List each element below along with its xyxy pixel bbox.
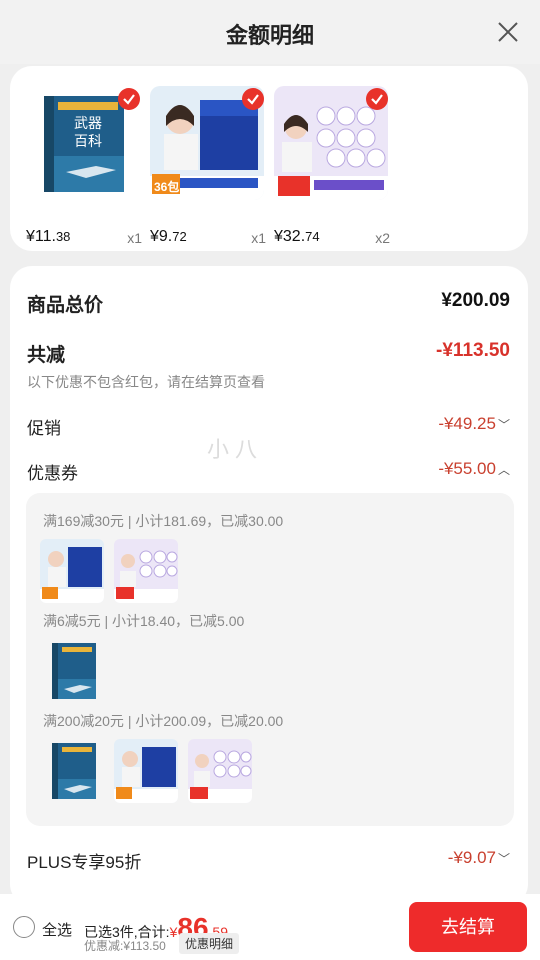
reduce-label: 共减 [27,345,66,366]
plus-value: -¥9.07 [447,848,496,867]
coupon-product-toilet-paper[interactable] [114,539,178,603]
checkout-button[interactable]: 去结算 [409,902,527,952]
coupon-product-book[interactable] [40,639,104,703]
coupon-product-book[interactable] [40,739,104,803]
sheet-header: 金额明细 [0,0,540,64]
discount-amount: 优惠减:¥113.50 [84,939,166,953]
amount-detail-card: 商品总价 ¥200.09 共减 -¥113.50 以下优惠不包含红包，请在结算页… [10,266,528,906]
coupon-rule: 满6减5元 | 小计18.40，已减5.00 [43,613,245,629]
chevron-down-icon[interactable]: ﹀ [498,418,510,432]
product-quantity: x1 [251,230,266,246]
coupon-breakdown: 满169减30元 | 小计181.69，已减30.00 满6减5元 | 小计18… [26,493,514,826]
coupon-value: -¥55.00 [438,459,496,478]
select-all-label[interactable]: 全选 [42,919,72,940]
chevron-down-icon[interactable]: ﹀ [498,852,510,866]
product-price: ¥9.72 [150,228,187,245]
coupon-label: 优惠券 [27,464,78,483]
svg-text:百科: 百科 [74,134,102,150]
product-price: ¥11.38 [26,228,71,245]
bottom-bar: 全选 已选3件,合计:¥86.59 优惠减:¥113.50 优惠明细 去结算 [0,894,540,960]
chevron-up-icon[interactable]: ︿ [498,463,510,477]
close-icon[interactable] [496,20,520,44]
coupon-rule: 满200减20元 | 小计200.09，已减20.00 [43,713,284,729]
promo-value: -¥49.25 [438,414,496,433]
watermark: 小八 [207,437,264,462]
product-price: ¥32.74 [274,228,320,245]
pack-count-badge: 36包 [154,180,180,194]
select-all-radio[interactable] [13,916,35,938]
coupon-product-toilet-paper[interactable] [188,739,252,803]
promo-label: 促销 [27,419,61,438]
coupon-product-tissue[interactable] [40,539,104,603]
selected-check-icon[interactable] [118,88,140,110]
selected-check-icon[interactable] [242,88,264,110]
discount-hint: 以下优惠不包含红包，请在结算页查看 [27,374,265,390]
reduce-value: -¥113.50 [436,340,510,361]
coupon-rule: 满169减30元 | 小计181.69，已减30.00 [43,513,284,529]
selected-check-icon[interactable] [366,88,388,110]
total-value: ¥200.09 [441,290,510,311]
coupon-product-tissue[interactable] [114,739,178,803]
product-quantity: x1 [127,230,142,246]
total-label: 商品总价 [27,295,104,316]
sheet-title: 金额明细 [225,23,314,48]
product-card: 武器 百科 ¥11.38 x1 36包 ¥9.72 x1 ¥32.74 x2 [10,66,528,251]
discount-detail-button[interactable]: 优惠明细 [179,933,240,954]
svg-text:武器: 武器 [74,116,102,132]
plus-label: PLUS专享95折 [27,853,142,872]
product-quantity: x2 [375,230,390,246]
